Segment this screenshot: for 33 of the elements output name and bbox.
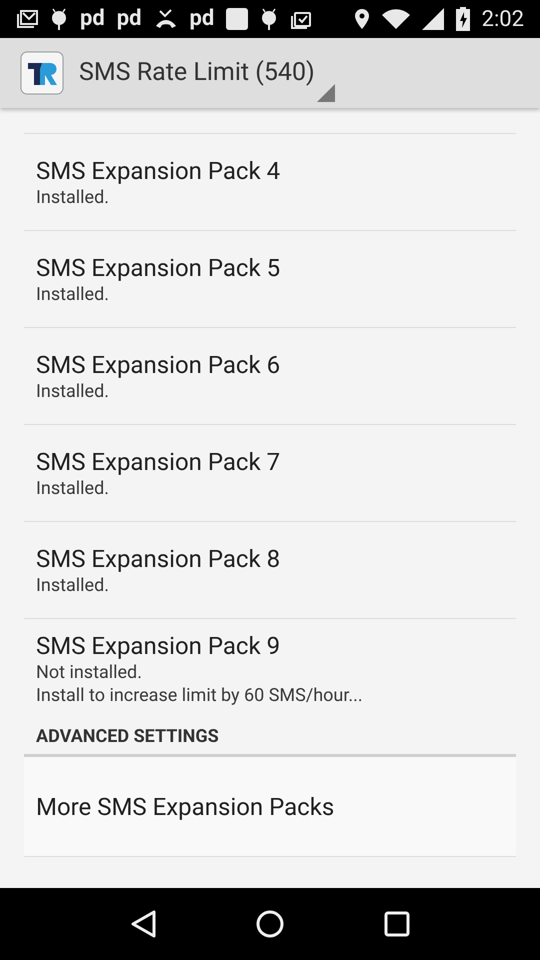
android-icon xyxy=(50,7,68,31)
section-header: ADVANCED SETTINGS xyxy=(36,725,219,749)
app-logo-icon[interactable] xyxy=(20,51,64,95)
location-icon xyxy=(354,8,370,30)
app-title[interactable]: SMS Rate Limit (540) xyxy=(79,54,315,92)
notification-text: pd xyxy=(190,8,214,30)
pack-title[interactable]: SMS Expansion Pack 6 xyxy=(36,350,504,380)
pack-title[interactable]: SMS Expansion Pack 7 xyxy=(36,446,504,476)
android-icon xyxy=(260,7,278,31)
pack-title[interactable]: SMS Expansion Pack 8 xyxy=(36,544,504,574)
battery-icon xyxy=(456,7,470,31)
pack-status: Installed. xyxy=(36,574,110,596)
missed-call-icon xyxy=(154,8,178,30)
wifi-icon xyxy=(382,8,410,30)
notification-text: pd xyxy=(116,8,142,30)
back-icon[interactable] xyxy=(130,910,156,938)
pack-status: Installed. xyxy=(36,282,110,306)
dropdown-corner-icon[interactable] xyxy=(316,84,335,102)
mail-icon xyxy=(16,9,38,29)
home-icon[interactable] xyxy=(256,910,284,938)
clock: 2:02 xyxy=(482,6,524,34)
pack-status: Installed. xyxy=(36,186,110,208)
pack-title[interactable]: SMS Expansion Pack 9 xyxy=(36,631,504,661)
pack-title[interactable]: SMS Expansion Pack 4 xyxy=(36,156,504,186)
recents-icon[interactable] xyxy=(384,911,410,937)
pack-title[interactable]: SMS Expansion Pack 5 xyxy=(36,252,504,282)
pack-status: Installed. xyxy=(36,476,110,500)
notification-text: pd xyxy=(80,8,105,30)
signal-icon xyxy=(422,8,444,30)
pack-status: Install to increase limit by 60 SMS/hour... xyxy=(36,684,364,707)
pack-status: Installed. xyxy=(36,380,110,402)
square-icon xyxy=(226,8,248,30)
pack-status: Not installed. xyxy=(36,661,143,684)
